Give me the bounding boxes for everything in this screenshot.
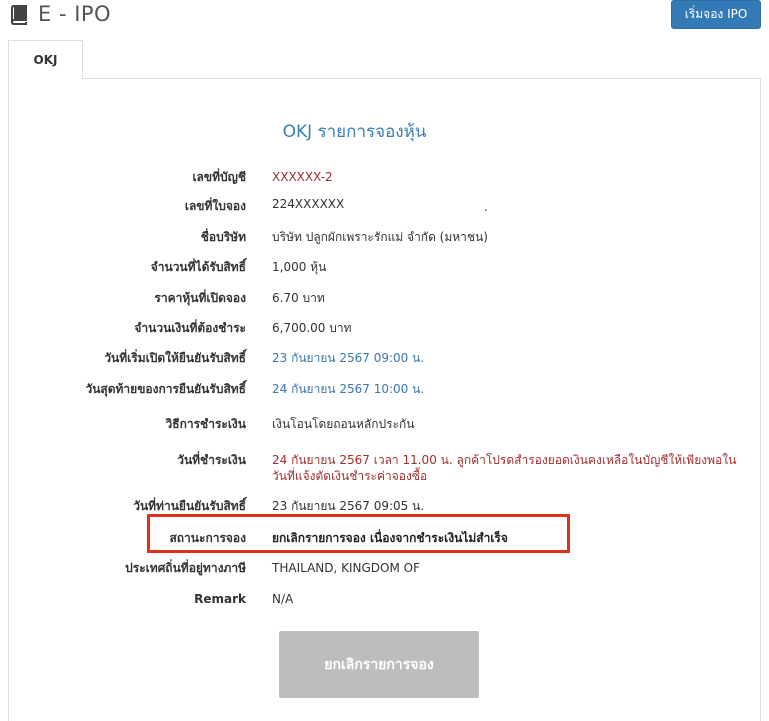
field-label: จำนวนเงินที่ต้องชำระ [134, 321, 246, 335]
tab-okj[interactable]: OKJ [8, 40, 83, 80]
field-label: วันที่เริ่มเปิดให้ยืนยันรับสิทธิ์ [104, 351, 246, 365]
field-label: เลขที่ใบจอง [184, 199, 246, 213]
field-label: เลขที่บัญชี [192, 170, 246, 184]
field-label: ชื่อบริษัท [200, 230, 246, 244]
field-label: วันสุดท้ายของการยืนยันรับสิทธิ์ [85, 382, 246, 396]
field-value: 6.70 บาท [272, 291, 325, 305]
start-ipo-button[interactable]: เริ่มจอง IPO [671, 0, 761, 29]
field-value: N/A [272, 592, 294, 606]
field-value: XXXXXX-2 [272, 170, 333, 184]
app-title: E - IPO [8, 2, 111, 26]
field-label: ประเทศถิ่นที่อยู่ทางภาษี [125, 561, 246, 575]
page-title: OKJ รายการจองหุ้น [282, 122, 427, 142]
field-value: 24 กันยายน 2567 เวลา 11.00 น. ลูกค้าโปรด… [272, 453, 737, 483]
top-bar: E - IPO เริ่มจอง IPO [0, 0, 769, 36]
field-value: THAILAND, KINGDOM OF [272, 561, 421, 575]
book-icon [10, 5, 27, 25]
cancel-booking-button[interactable]: ยกเลิกรายการจอง [279, 631, 479, 698]
app-title-text: E - IPO [38, 2, 112, 26]
field-label: จำนวนที่ได้รับสิทธิ์ [150, 260, 246, 274]
field-value: 23 กันยายน 2567 09:05 น. [272, 499, 425, 513]
field-label: วันที่ชำระเงิน [177, 453, 246, 467]
stray-dot: . [484, 200, 488, 214]
field-value: 1,000 หุ้น [272, 260, 327, 274]
field-label: วิธีการชำระเงิน [165, 417, 246, 431]
field-value: 224XXXXXX [272, 197, 345, 211]
field-label: วันที่ท่านยืนยันรับสิทธิ์ [133, 499, 246, 513]
field-value: เงินโอนโดยถอนหลักประกัน [272, 417, 415, 431]
field-value: 6,700.00 บาท [272, 321, 352, 335]
status-highlight-box [147, 514, 570, 553]
field-value: 24 กันยายน 2567 10:00 น. [272, 382, 425, 396]
field-label: Remark [194, 592, 246, 606]
field-value: 23 กันยายน 2567 09:00 น. [272, 351, 425, 365]
tab-bar: OKJ [8, 40, 761, 80]
field-value: บริษัท ปลูกผักเพราะรักแม่ จำกัด (มหาชน) [272, 230, 488, 244]
field-label: ราคาหุ้นที่เปิดจอง [154, 291, 246, 305]
